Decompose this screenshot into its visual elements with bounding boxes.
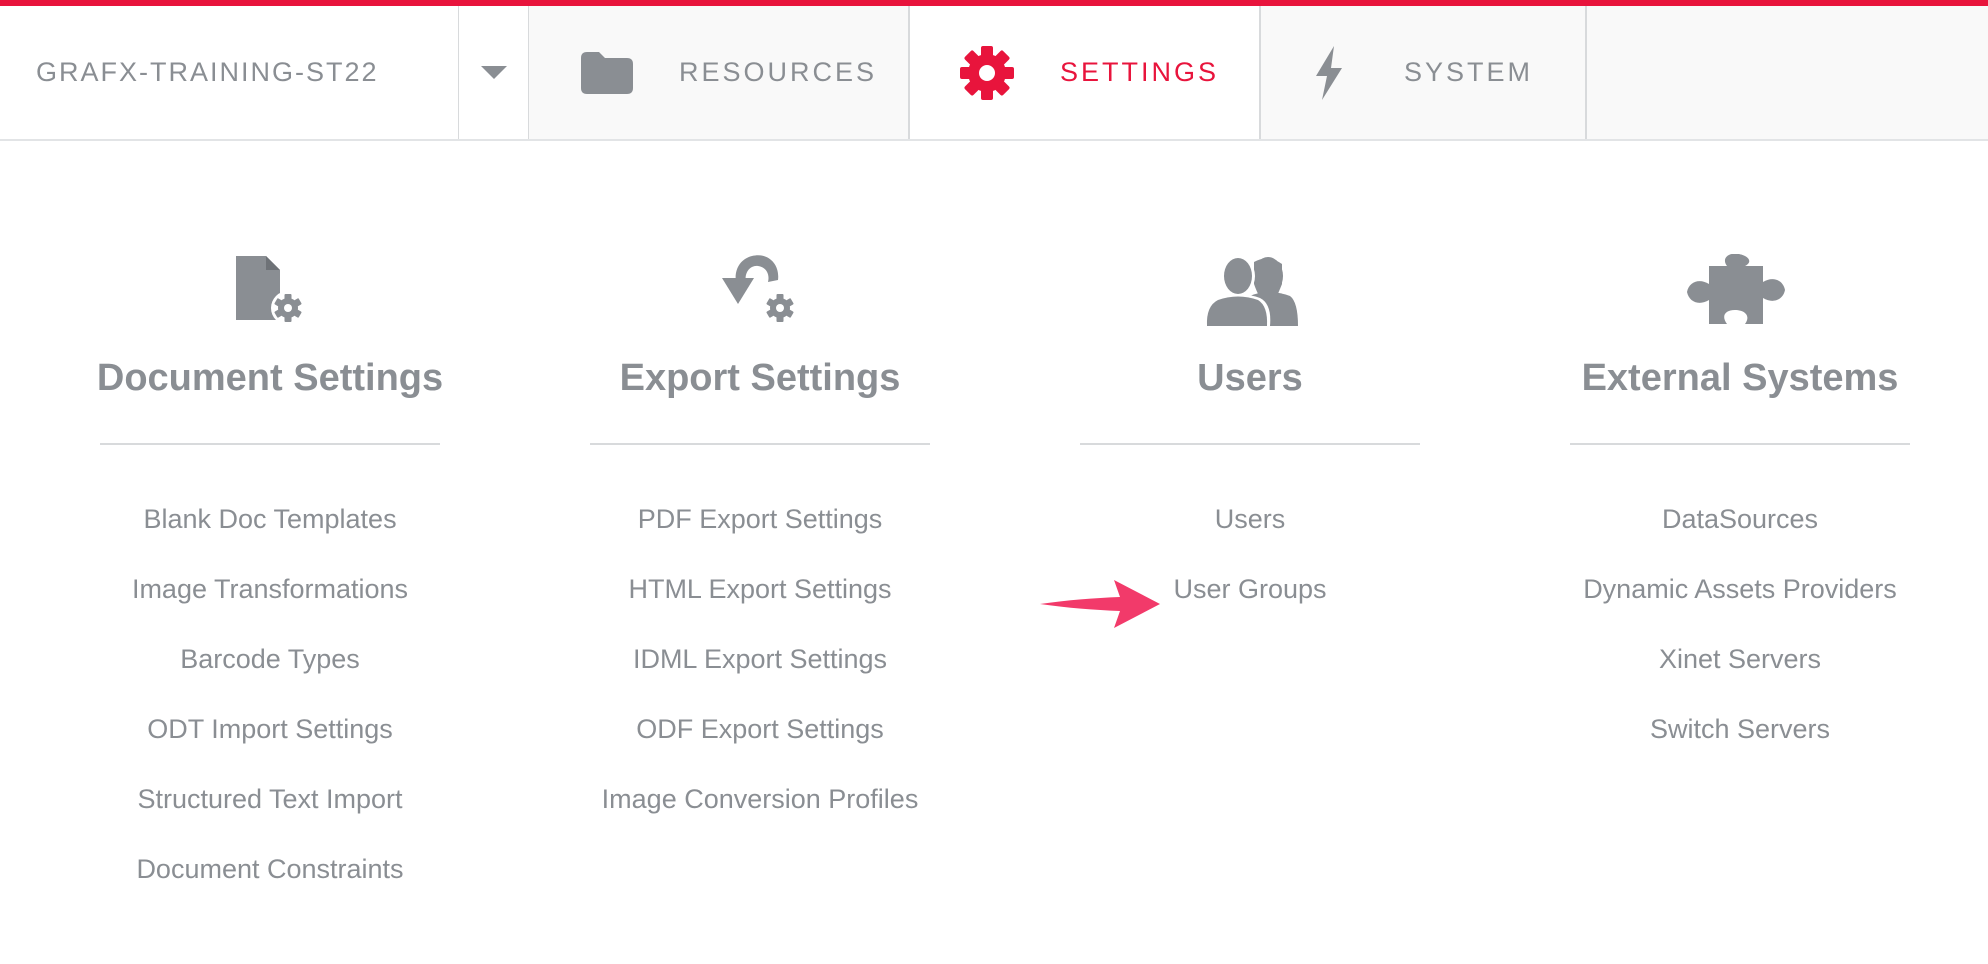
link-image-conversion-profiles[interactable]: Image Conversion Profiles (540, 764, 980, 834)
divider (100, 443, 440, 445)
document-settings-title: Document Settings (96, 357, 444, 399)
export-settings-links: PDF Export Settings HTML Export Settings… (540, 484, 980, 834)
link-barcode-types[interactable]: Barcode Types (50, 624, 490, 694)
link-odt-import-settings[interactable]: ODT Import Settings (50, 694, 490, 764)
document-settings-links: Blank Doc Templates Image Transformation… (50, 484, 490, 904)
link-pdf-export-settings[interactable]: PDF Export Settings (540, 484, 980, 554)
link-switch-servers[interactable]: Switch Servers (1520, 694, 1960, 764)
link-users[interactable]: Users (1030, 484, 1470, 554)
link-datasources[interactable]: DataSources (1520, 484, 1960, 554)
link-xinet-servers[interactable]: Xinet Servers (1520, 624, 1960, 694)
document-settings-column: Document Settings Blank Doc Templates Im… (50, 250, 490, 904)
annotation-arrow-icon (1038, 578, 1162, 635)
external-systems-links: DataSources Dynamic Assets Providers Xin… (1520, 484, 1960, 764)
link-structured-text-import[interactable]: Structured Text Import (50, 764, 490, 834)
divider (1080, 443, 1420, 445)
link-image-transformations[interactable]: Image Transformations (50, 554, 490, 624)
export-settings-column: Export Settings PDF Export Settings HTML… (540, 250, 980, 834)
export-settings-title: Export Settings (619, 357, 901, 399)
export-settings-icon (540, 250, 980, 330)
link-idml-export-settings[interactable]: IDML Export Settings (540, 624, 980, 694)
document-settings-icon (50, 250, 490, 330)
link-html-export-settings[interactable]: HTML Export Settings (540, 554, 980, 624)
external-systems-title: External Systems (1581, 357, 1899, 399)
users-column: Users Users User Groups (1030, 250, 1470, 624)
link-document-constraints[interactable]: Document Constraints (50, 834, 490, 904)
link-odf-export-settings[interactable]: ODF Export Settings (540, 694, 980, 764)
divider (590, 443, 930, 445)
users-icon (1030, 250, 1470, 330)
link-blank-doc-templates[interactable]: Blank Doc Templates (50, 484, 490, 554)
external-systems-column: External Systems DataSources Dynamic Ass… (1520, 250, 1960, 764)
link-dynamic-assets-providers[interactable]: Dynamic Assets Providers (1520, 554, 1960, 624)
puzzle-icon (1520, 250, 1960, 330)
users-title: Users (1197, 357, 1303, 399)
divider (1570, 443, 1910, 445)
settings-columns: Document Settings Blank Doc Templates Im… (0, 0, 1988, 964)
